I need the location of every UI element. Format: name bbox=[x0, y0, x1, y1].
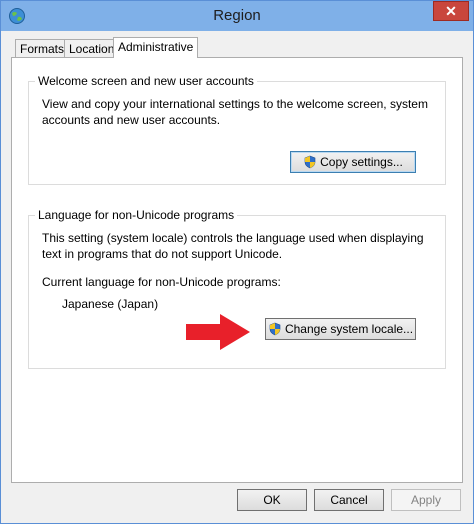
welcome-description-line1: View and copy your international setting… bbox=[42, 97, 428, 111]
current-language-value: Japanese (Japan) bbox=[62, 297, 159, 311]
welcome-group: Welcome screen and new user accounts Vie… bbox=[28, 74, 446, 185]
red-arrow-icon bbox=[186, 314, 250, 350]
ok-button[interactable]: OK bbox=[237, 489, 307, 511]
welcome-group-title: Welcome screen and new user accounts bbox=[35, 74, 257, 88]
apply-button[interactable]: Apply bbox=[391, 489, 461, 511]
region-dialog: Region ✕ Formats Location Administrative… bbox=[0, 0, 474, 524]
tab-location[interactable]: Location bbox=[64, 39, 120, 57]
close-button[interactable]: ✕ bbox=[433, 1, 469, 21]
change-system-locale-label: Change system locale... bbox=[284, 322, 414, 336]
uac-shield-icon bbox=[269, 322, 281, 336]
cancel-button[interactable]: Cancel bbox=[314, 489, 384, 511]
change-system-locale-button[interactable]: Change system locale... bbox=[265, 318, 416, 340]
current-language-label: Current language for non-Unicode program… bbox=[42, 275, 281, 289]
window-title: Region bbox=[213, 7, 261, 24]
unicode-description-line2: text in programs that do not support Uni… bbox=[42, 247, 283, 261]
uac-shield-icon bbox=[304, 155, 316, 169]
tab-administrative[interactable]: Administrative bbox=[113, 37, 199, 58]
copy-settings-label: Copy settings... bbox=[320, 155, 403, 169]
tab-panel: Welcome screen and new user accounts Vie… bbox=[11, 57, 463, 483]
copy-settings-button[interactable]: Copy settings... bbox=[290, 151, 416, 173]
unicode-description-line1: This setting (system locale) controls th… bbox=[42, 231, 424, 245]
tab-formats[interactable]: Formats bbox=[15, 39, 70, 57]
welcome-description-line2: accounts and new user accounts. bbox=[42, 113, 221, 127]
unicode-group-title: Language for non-Unicode programs bbox=[35, 208, 238, 222]
title-bar[interactable]: Region ✕ bbox=[1, 1, 473, 31]
